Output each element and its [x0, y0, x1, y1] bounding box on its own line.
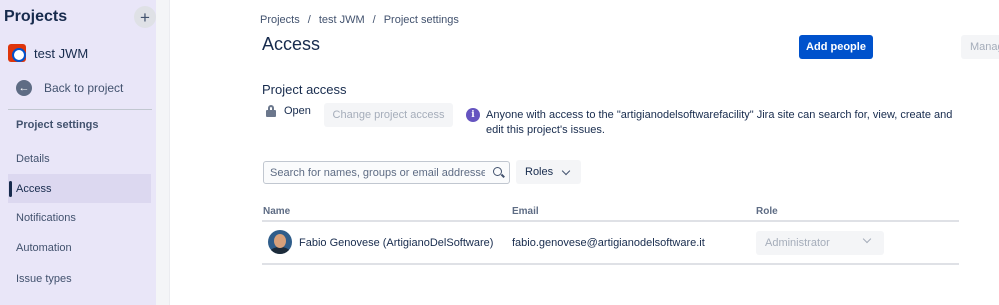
project-avatar-icon — [8, 44, 26, 62]
sidebar-divider — [8, 109, 152, 110]
project-name: test JWM — [34, 45, 89, 61]
current-project[interactable]: test JWM — [8, 44, 88, 62]
sidebar-item-label: Details — [16, 152, 50, 165]
sidebar-item-label: Issue types — [16, 272, 72, 285]
breadcrumb-project[interactable]: test JWM — [319, 14, 365, 26]
sidebar-section-title: Project settings — [16, 119, 99, 131]
info-icon: i — [466, 108, 480, 122]
plus-icon: + — [140, 7, 150, 27]
breadcrumb-projects[interactable]: Projects — [260, 14, 300, 26]
user-name: Fabio Genovese (ArtigianoDelSoftware) — [299, 237, 494, 249]
sidebar-panel: Projects + test JWM ← Back to project Pr… — [0, 0, 170, 305]
search-field[interactable] — [263, 161, 510, 184]
search-input[interactable] — [270, 166, 485, 179]
sidebar-item-notifications[interactable]: Notifications — [8, 203, 151, 232]
create-project-button[interactable]: + — [134, 6, 156, 28]
access-status-label: Open — [284, 105, 311, 117]
sidebar-item-label: Access — [16, 182, 52, 195]
sidebar-item-issue-types[interactable]: Issue types — [8, 264, 151, 293]
project-sidebar: Projects + test JWM ← Back to project Pr… — [0, 0, 156, 305]
manage-roles-button[interactable]: Manag — [961, 35, 999, 59]
breadcrumb-project-settings[interactable]: Project settings — [384, 14, 459, 26]
back-to-project-link[interactable]: ← Back to project — [16, 80, 123, 96]
change-project-access-button[interactable]: Change project access — [324, 103, 453, 127]
chevron-down-icon — [561, 166, 571, 175]
roles-filter-label: Roles — [525, 166, 554, 178]
chevron-down-icon — [862, 234, 872, 244]
search-icon — [493, 167, 502, 176]
table-divider — [262, 220, 959, 222]
lock-icon — [266, 105, 276, 117]
sidebar-item-label: Notifications — [16, 211, 76, 224]
table-divider — [262, 263, 959, 265]
column-header-name: Name — [263, 206, 291, 217]
access-status: Open — [266, 105, 311, 117]
access-info-text: Anyone with access to the "artigianodels… — [486, 109, 953, 136]
roles-filter-button[interactable]: Roles — [516, 160, 581, 184]
breadcrumb-separator: / — [372, 14, 376, 26]
add-people-button[interactable]: Add people — [799, 35, 873, 59]
column-header-email: Email — [512, 206, 539, 217]
back-to-project-label: Back to project — [44, 81, 124, 95]
sidebar-title: Projects — [4, 8, 68, 25]
sidebar-item-details[interactable]: Details — [8, 144, 151, 173]
breadcrumb-separator: / — [307, 14, 311, 26]
page-title: Access — [262, 34, 321, 54]
sidebar-item-access[interactable]: Access — [8, 174, 151, 203]
avatar — [268, 230, 292, 254]
role-select[interactable]: Administrator — [756, 231, 884, 255]
role-select-value: Administrator — [765, 237, 830, 249]
arrow-left-icon: ← — [16, 80, 32, 96]
sidebar-item-automation[interactable]: Automation — [8, 233, 151, 262]
column-header-role: Role — [756, 206, 778, 217]
breadcrumb: Projects / test JWM / Project settings — [260, 14, 459, 26]
sidebar-item-label: Automation — [16, 241, 72, 254]
project-access-title: Project access — [262, 82, 347, 97]
user-email: fabio.genovese@artigianodelsoftware.it — [512, 237, 705, 249]
